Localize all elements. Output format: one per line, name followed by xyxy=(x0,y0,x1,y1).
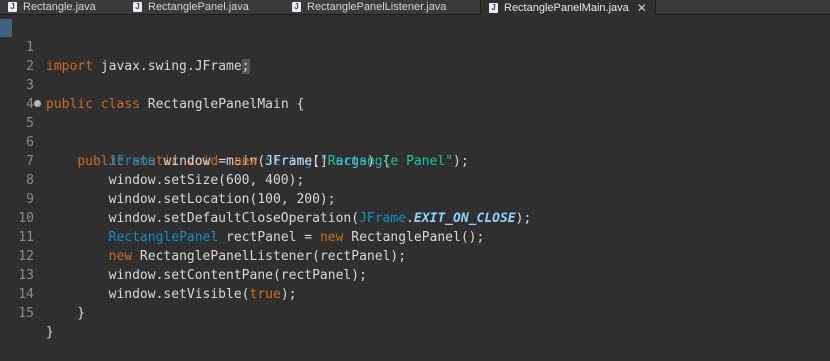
line-number: 15 xyxy=(18,306,34,321)
code-line: 10 RectanglePanel rectPanel = new Rectan… xyxy=(0,190,484,245)
line-code: } xyxy=(46,306,86,321)
tab-label: RectanglePanelMain.java xyxy=(504,1,629,14)
code-line: 1 import javax.swing.JFrame; xyxy=(0,19,250,74)
code-line: 11 new RectanglePanelListener(rectPanel)… xyxy=(0,209,406,264)
code-line: 13 window.setVisible(true); xyxy=(0,247,296,302)
line-code: } xyxy=(46,325,54,340)
code-line: 12 window.setContentPane(rectPanel); xyxy=(0,228,367,283)
code-line: 7 window.setSize(600, 400); xyxy=(0,133,304,188)
code-line: 14 } xyxy=(0,266,85,321)
code-line: 3 public class RectanglePanelMain { xyxy=(0,57,304,112)
code-line: 8 window.setLocation(100, 200); xyxy=(0,152,335,207)
java-file-icon: J xyxy=(8,2,17,12)
tab-label: RectanglePanel.java xyxy=(148,1,249,13)
java-file-icon: J xyxy=(133,2,142,12)
line-code: import javax.swing.JFrame; xyxy=(46,59,250,74)
tab-rectanglepanel-java[interactable]: J RectanglePanel.java xyxy=(133,0,249,14)
code-line: 9 window.setDefaultCloseOperation(JFrame… xyxy=(0,171,531,226)
tab-rectangle-java[interactable]: J Rectangle.java xyxy=(8,0,96,14)
code-line: 2 xyxy=(0,38,34,74)
code-line: 15 } xyxy=(0,285,53,340)
line-code: RectanglePanel rectPanel = new Rectangle… xyxy=(108,230,485,245)
java-file-icon: J xyxy=(292,2,301,12)
line-code: window.setLocation(100, 200); xyxy=(46,192,336,207)
line-code: window.setDefaultCloseOperation(JFrame.E… xyxy=(46,211,532,226)
line-code: new RectanglePanelListener(rectPanel); xyxy=(108,249,407,264)
code-line: 6 JFrame window = new JFrame("Rectangle … xyxy=(0,114,469,169)
tab-rectanglepanelmain-java[interactable]: J RectanglePanelMain.java ✕ xyxy=(480,0,656,15)
tab-rectanglepanellistener-java[interactable]: J RectanglePanelListener.java xyxy=(292,0,446,14)
line-code: JFrame window = new JFrame("Rectangle Pa… xyxy=(108,154,469,169)
line-code: window.setSize(600, 400); xyxy=(46,173,305,188)
code-editor[interactable]: 1 import javax.swing.JFrame; 2 3 public … xyxy=(0,15,830,356)
code-line: 4 xyxy=(0,76,34,112)
line-code: window.setContentPane(rectPanel); xyxy=(46,268,367,283)
code-line: 5 public static void main(String[] args)… xyxy=(0,95,390,169)
editor-tab-bar: J Rectangle.java J RectanglePanel.java J… xyxy=(0,0,830,15)
close-tab-icon[interactable]: ✕ xyxy=(637,1,647,15)
line-code: public class RectanglePanelMain { xyxy=(46,97,305,112)
java-file-icon: J xyxy=(489,2,498,13)
tab-label: Rectangle.java xyxy=(23,1,96,13)
tab-label: RectanglePanelListener.java xyxy=(307,1,447,13)
fold-collapse-icon[interactable] xyxy=(34,100,41,107)
line-code: window.setVisible(true); xyxy=(46,287,297,302)
